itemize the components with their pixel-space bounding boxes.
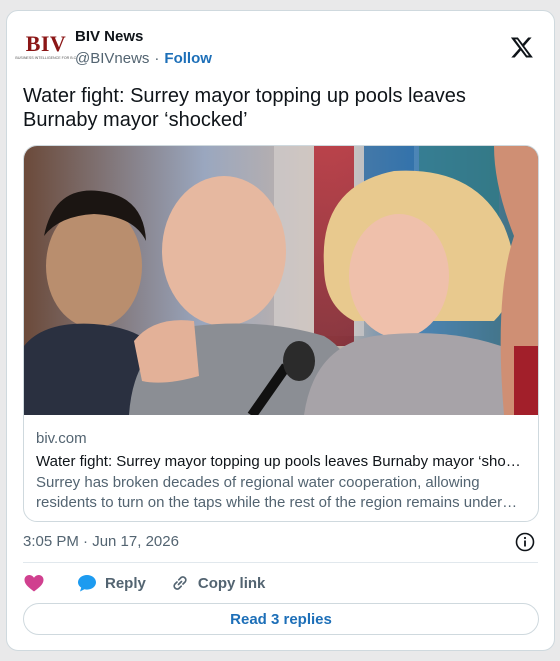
tweet-embed-card: BIV BUSINESS INTELLIGENCE FOR B.C. BIV N… <box>6 10 555 651</box>
copy-link-label: Copy link <box>197 574 266 592</box>
reply-button[interactable]: Reply <box>77 573 146 593</box>
link-title: Water fight: Surrey mayor topping up poo… <box>36 453 526 470</box>
handle-separator: · <box>154 50 160 67</box>
link-meta: biv.com Water fight: Surrey mayor toppin… <box>36 430 526 513</box>
link-description: Surrey has broken decades of regional wa… <box>36 474 503 511</box>
x-logo-icon[interactable] <box>510 35 534 59</box>
logo-text: BIV <box>25 31 67 56</box>
like-button[interactable] <box>23 573 45 593</box>
follow-button[interactable]: Follow <box>164 50 212 67</box>
tweet-actions: Reply Copy link <box>23 571 289 595</box>
author-handle[interactable]: @BIVnews <box>75 50 149 67</box>
read-replies-button[interactable]: Read 3 replies <box>23 603 539 635</box>
author-handle-row: @BIVnews · Follow <box>75 50 212 67</box>
tweet-header: BIV BUSINESS INTELLIGENCE FOR B.C. BIV N… <box>15 25 538 73</box>
reply-bubble-icon <box>78 575 96 592</box>
heart-icon <box>24 575 44 592</box>
reply-label: Reply <box>105 574 146 592</box>
link-chain-icon <box>173 576 187 590</box>
author-name[interactable]: BIV News <box>75 28 143 45</box>
copy-link-button[interactable]: Copy link <box>170 573 266 593</box>
tweet-text: Water fight: Surrey mayor topping up poo… <box>23 85 466 131</box>
divider <box>23 562 538 563</box>
avatar[interactable]: BIV BUSINESS INTELLIGENCE FOR B.C. <box>15 31 77 73</box>
logo-tagline: BUSINESS INTELLIGENCE FOR B.C. <box>15 55 77 60</box>
tweet-timestamp[interactable]: 3:05 PM · Jun 17, 2026 <box>23 533 179 550</box>
info-icon[interactable] <box>514 531 536 553</box>
article-photo <box>24 146 538 415</box>
link-domain: biv.com <box>36 430 87 447</box>
link-preview-card[interactable]: biv.com Water fight: Surrey mayor toppin… <box>23 145 539 522</box>
